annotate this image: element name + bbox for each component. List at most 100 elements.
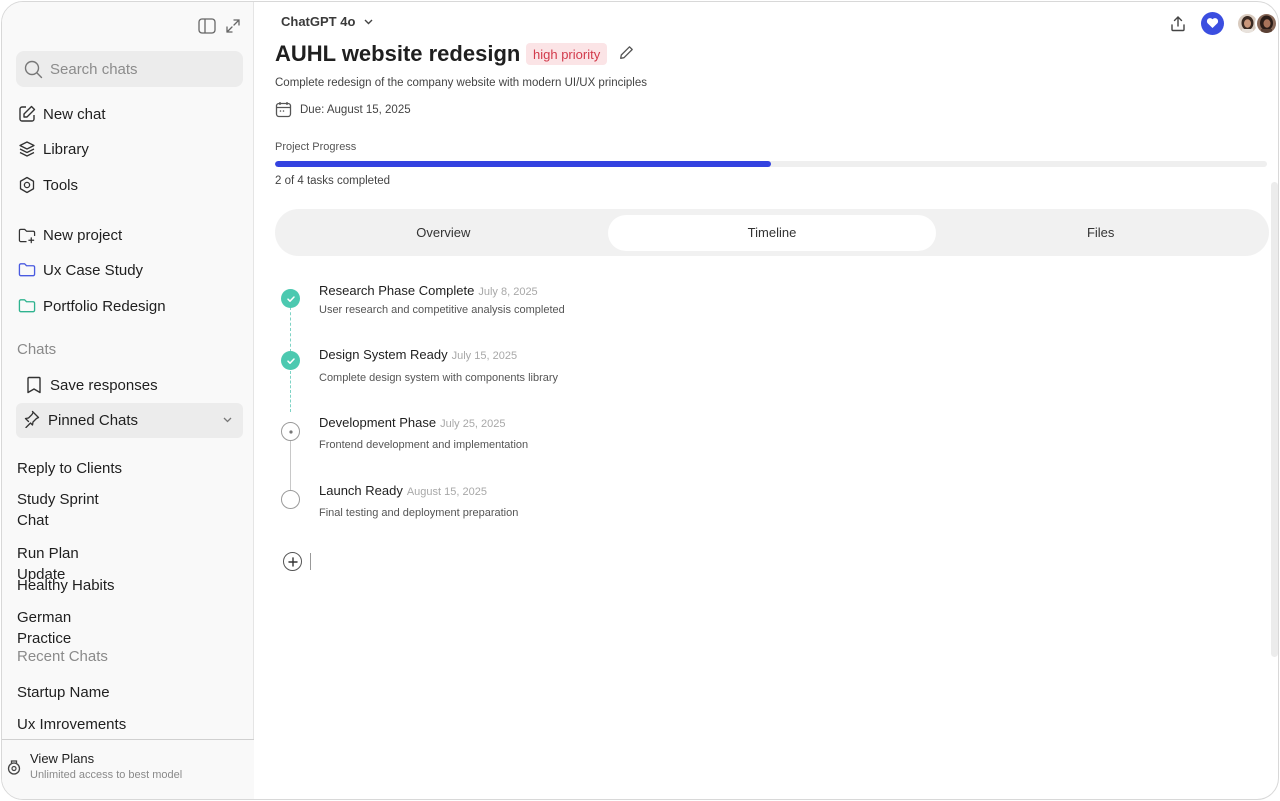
chevron-down-icon: [364, 19, 373, 25]
new-chat-button[interactable]: New chat: [16, 98, 243, 130]
tab-overview[interactable]: Overview: [279, 215, 608, 251]
layers-icon: [18, 140, 36, 158]
avatar[interactable]: [1255, 11, 1278, 35]
progress-bar: [275, 161, 1267, 167]
view-plans-subtitle: Unlimited access to best model: [30, 769, 183, 781]
project-description: Complete redesign of the company website…: [275, 77, 648, 89]
save-responses-label: Save responses: [50, 376, 158, 394]
due-date: Due: August 15, 2025: [275, 101, 411, 118]
favorite-button[interactable]: [1201, 11, 1224, 35]
view-plans-button[interactable]: View Plans Unlimited access to best mode…: [2, 739, 254, 799]
search-icon: [24, 60, 43, 78]
bookmark-icon: [25, 376, 43, 394]
project-portfolio-redesign[interactable]: Portfolio Redesign: [16, 290, 243, 322]
milestone-date: July 25, 2025: [440, 418, 506, 430]
sidebar-icon: [198, 18, 216, 34]
milestone-description: User research and competitive analysis c…: [319, 304, 565, 316]
sidebar-top-icons: [197, 16, 243, 36]
share-button[interactable]: [1166, 11, 1190, 35]
milestone-date: July 15, 2025: [451, 350, 518, 362]
milestone-title: Design System Ready July 15, 2025: [319, 347, 518, 362]
timeline-connector: [290, 307, 291, 352]
progress-label: Project Progress: [275, 141, 357, 153]
check-icon: [286, 357, 295, 364]
library-button[interactable]: Library: [16, 133, 243, 165]
compose-icon: [18, 105, 36, 123]
model-selector[interactable]: ChatGPT 4o: [281, 14, 374, 29]
milestone-date: July 8, 2025: [478, 286, 538, 298]
milestone-marker[interactable]: [281, 422, 300, 441]
ux-case-study-label: Ux Case Study: [43, 261, 144, 279]
add-milestone-button[interactable]: [283, 552, 302, 571]
toggle-sidebar-button[interactable]: [197, 16, 217, 36]
milestone-description: Final testing and deployment preparation: [319, 507, 519, 519]
collaborator-avatars[interactable]: [1236, 11, 1278, 35]
recent-chats-heading: Recent Chats: [17, 648, 108, 665]
new-project-button[interactable]: New project: [16, 219, 243, 251]
tools-button[interactable]: Tools: [16, 169, 243, 201]
expand-icon: [226, 19, 240, 33]
priority-badge: high priority: [526, 43, 608, 65]
pencil-icon: [620, 46, 633, 59]
milestone-marker[interactable]: [281, 289, 300, 308]
folder-plus-icon: [18, 226, 36, 244]
top-actions: [1166, 11, 1278, 35]
plus-icon: [287, 556, 298, 567]
due-date-text: Due: August 15, 2025: [300, 103, 411, 116]
milestone-date: August 15, 2025: [406, 486, 487, 498]
chats-heading: Chats: [17, 341, 57, 358]
milestone-title: Development Phase July 25, 2025: [319, 415, 506, 430]
app-window: New chat Library Tools New project Ux Ca…: [1, 1, 1279, 800]
expand-button[interactable]: [223, 16, 243, 36]
tab-bar: Overview Timeline Files: [275, 209, 1269, 256]
progress-count: 2 of 4 tasks completed: [275, 175, 391, 187]
tab-timeline[interactable]: Timeline: [607, 214, 937, 251]
milestone-description: Complete design system with components l…: [319, 372, 559, 384]
text-caret: [310, 553, 311, 570]
scrollbar[interactable]: [1271, 182, 1278, 657]
new-chat-label: New chat: [43, 105, 106, 123]
folder-icon: [18, 297, 36, 315]
tools-icon: [18, 176, 36, 194]
milestone-marker[interactable]: [281, 490, 300, 509]
dot-icon: [288, 429, 293, 434]
folder-icon: [18, 261, 36, 279]
pinned-chats-label: Pinned Chats: [48, 412, 139, 429]
tab-files[interactable]: Files: [936, 215, 1265, 251]
new-project-label: New project: [43, 226, 123, 244]
pin-icon: [22, 410, 40, 432]
milestone-marker[interactable]: [281, 351, 300, 370]
timeline-connector: [290, 441, 291, 491]
project-ux-case-study[interactable]: Ux Case Study: [16, 254, 243, 286]
timeline-connector: [290, 371, 291, 412]
search-input[interactable]: [50, 60, 230, 78]
library-label: Library: [43, 140, 89, 158]
chat-item[interactable]: Reply to Clients: [17, 458, 127, 479]
milestone-title: Launch Ready August 15, 2025: [319, 483, 487, 498]
view-plans-title: View Plans: [30, 751, 95, 766]
page-title: AUHL website redesign: [275, 41, 521, 66]
pinned-chats-toggle[interactable]: Pinned Chats: [16, 403, 243, 438]
chat-item[interactable]: Healthy Habits: [17, 575, 127, 596]
calendar-icon: [275, 102, 292, 118]
heart-icon: [1206, 18, 1219, 28]
chat-item[interactable]: German Practice: [17, 607, 127, 649]
model-name: ChatGPT 4o: [281, 14, 356, 29]
sidebar: New chat Library Tools New project Ux Ca…: [2, 2, 254, 799]
chevron-down-icon: [223, 417, 232, 423]
milestone-description: Frontend development and implementation: [319, 439, 529, 451]
upload-icon: [1171, 15, 1185, 31]
recent-chat-item[interactable]: Ux Imrovements: [17, 714, 127, 735]
progress-fill: [275, 161, 771, 167]
check-icon: [286, 295, 295, 302]
search-box[interactable]: [16, 51, 243, 87]
tools-label: Tools: [43, 176, 79, 194]
save-responses-button[interactable]: Save responses: [23, 369, 243, 401]
milestone-title: Research Phase Complete July 8, 2025: [319, 283, 538, 298]
chat-item[interactable]: Study Sprint Chat: [17, 489, 127, 531]
edit-button[interactable]: [619, 45, 635, 61]
recent-chat-item[interactable]: Startup Name: [17, 682, 127, 703]
plans-icon: [7, 760, 21, 775]
main-panel: ChatGPT 4o AUHL website redesign high pr…: [255, 2, 1278, 799]
portfolio-redesign-label: Portfolio Redesign: [43, 297, 166, 315]
